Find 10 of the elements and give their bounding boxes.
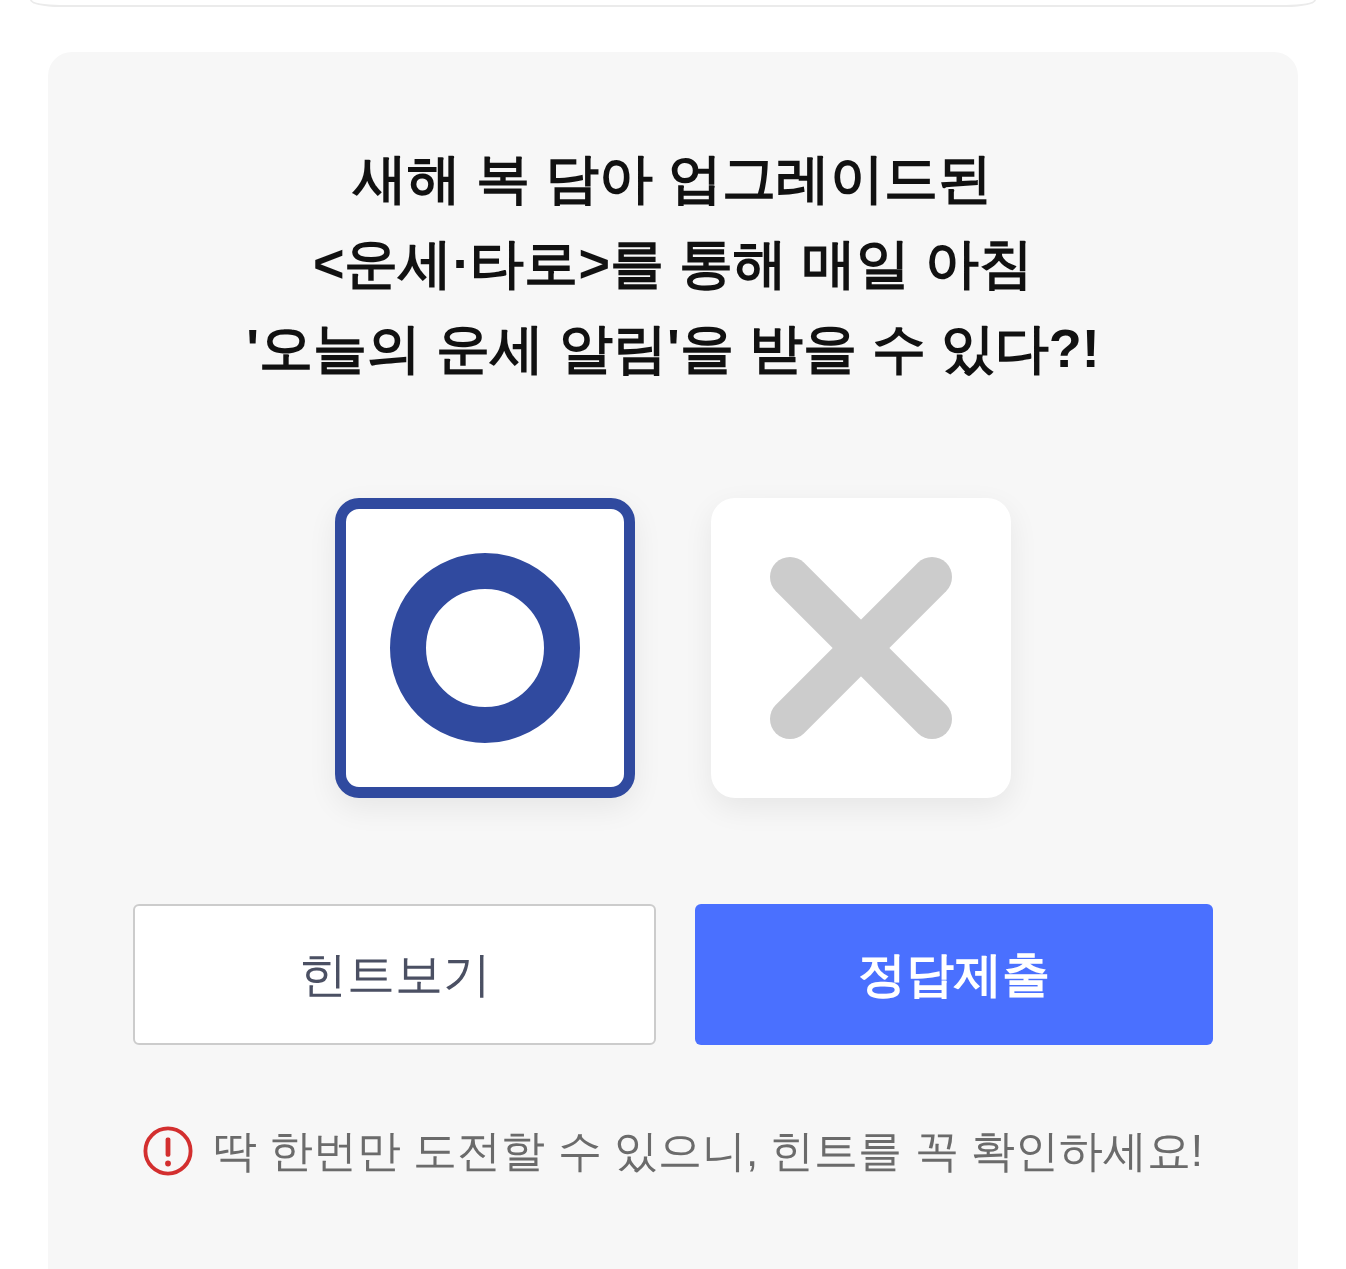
alert-icon [143,1126,193,1176]
answer-o-option[interactable] [335,498,635,798]
question-text: 새해 복 담아 업그레이드된 [353,147,993,210]
submit-answer-button[interactable]: 정답제출 [695,904,1213,1045]
question-text: '오늘의 운세 알림'을 받을 수 있다?! [246,317,1100,380]
question-text: <운세·타로>를 통해 매일 아침 [312,232,1033,295]
hint-button[interactable]: 힌트보기 [133,904,656,1045]
ring-icon [390,553,580,743]
notice-text: 딱 한번만 도전할 수 있으니, 힌트를 꼭 확인하세요! [213,1125,1203,1177]
cross-icon [770,557,952,739]
